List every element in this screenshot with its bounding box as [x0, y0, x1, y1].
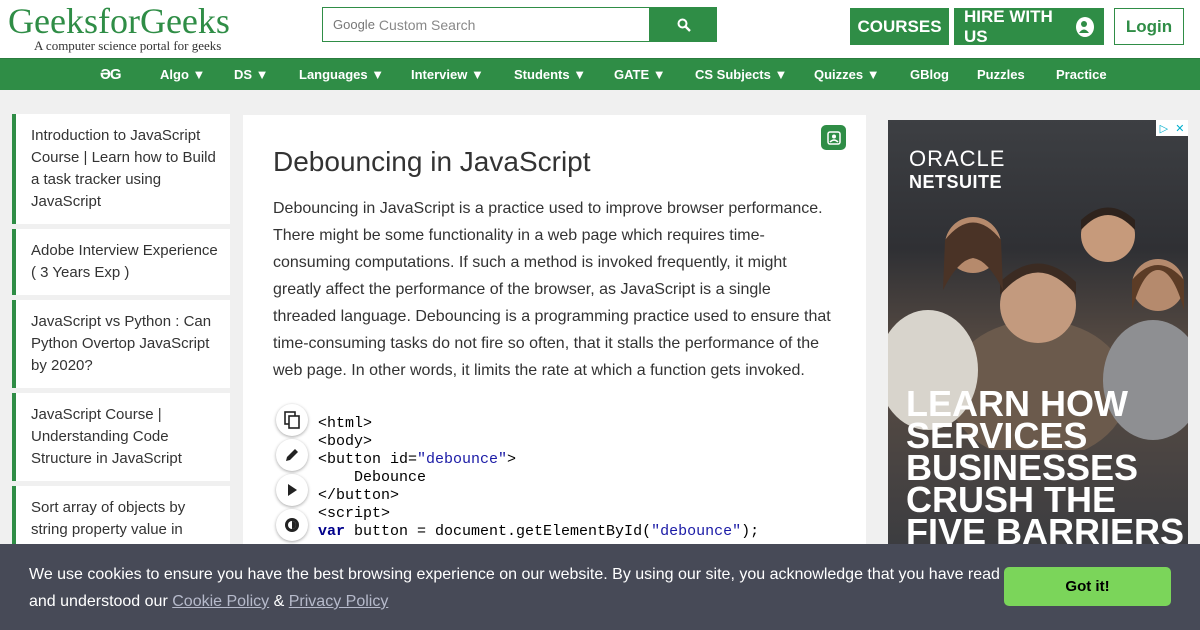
nav-item-ds[interactable]: DS ▼ — [234, 67, 269, 82]
login-button[interactable]: Login — [1114, 8, 1184, 45]
search-icon — [677, 18, 691, 32]
code-line: <body> — [318, 433, 373, 450]
nav-item-languages[interactable]: Languages ▼ — [299, 67, 384, 82]
hire-label: HIRE WITH US — [964, 6, 1053, 46]
code-token: > — [507, 451, 517, 468]
nav-item-gate[interactable]: GATE ▼ — [614, 67, 666, 82]
nav-item-practice[interactable]: Practice — [1056, 67, 1107, 82]
ad-brand: ORACLE — [909, 146, 1006, 171]
edit-code-button[interactable] — [276, 439, 308, 471]
ad-headline: LEARN HOW SERVICES BUSINESSES CRUSH THE … — [906, 383, 1185, 550]
nav-item-students[interactable]: Students ▼ — [514, 67, 586, 82]
sidebar-item[interactable]: JavaScript vs Python : Can Python Overto… — [12, 300, 230, 388]
search-brand: Google — [333, 17, 375, 32]
code-block: <html> <body> <button id="debounce"> Debou… — [318, 415, 759, 541]
privacy-policy-link[interactable]: Privacy Policy — [289, 593, 389, 610]
nav-item-puzzles[interactable]: Puzzles — [977, 67, 1025, 82]
play-icon — [288, 484, 297, 496]
main-nav: ƏG Algo ▼ DS ▼ Languages ▼ Interview ▼ S… — [0, 58, 1200, 90]
related-articles-sidebar: Introduction to JavaScript Course | Lear… — [12, 114, 230, 557]
adchoices-icon: ▷ — [1159, 122, 1169, 135]
article-card: Debouncing in JavaScript Debouncing in J… — [243, 115, 866, 555]
search-placeholder: Custom Search — [378, 16, 476, 33]
sidebar-item[interactable]: Sort array of objects by string property… — [12, 486, 230, 552]
code-line: <button id="debounce"> — [318, 451, 759, 469]
sidebar-item[interactable]: Introduction to JavaScript Course | Lear… — [12, 114, 230, 224]
nav-item-cs-subjects[interactable]: CS Subjects ▼ — [695, 67, 787, 82]
article-body: Debouncing in JavaScript is a practice u… — [273, 200, 831, 379]
accept-cookies-button[interactable]: Got it! — [1004, 567, 1171, 606]
sidebar-item[interactable]: Adobe Interview Experience ( 3 Years Exp… — [12, 229, 230, 295]
code-toolbar — [276, 404, 308, 544]
ad-choices-badge[interactable]: ▷ ✕ — [1156, 120, 1188, 136]
copy-icon — [284, 411, 300, 429]
code-line: Debounce — [318, 469, 427, 486]
article-title: Debouncing in JavaScript — [273, 146, 591, 177]
author-icon[interactable] — [821, 125, 846, 150]
hire-with-us-button[interactable]: HIRE WITH US — [954, 6, 1104, 46]
copy-code-button[interactable] — [276, 404, 308, 436]
user-search-icon — [1075, 16, 1094, 37]
search-input[interactable]: Google Custom Search — [322, 7, 650, 42]
nav-item-interview[interactable]: Interview ▼ — [411, 67, 484, 82]
logo-title[interactable]: GeeksforGeeks — [8, 2, 230, 40]
code-token: <button id= — [318, 451, 418, 468]
sidebar-item[interactable]: JavaScript Course | Understanding Code S… — [12, 393, 230, 481]
cookie-message: We use cookies to ensure you have the be… — [29, 561, 1009, 615]
code-line: var button = document.getElementById("de… — [318, 523, 759, 541]
advertisement[interactable]: ▷ ✕ ORACLE NETSUITE LEARN HOW SERVICES B… — [888, 120, 1188, 550]
code-string: "debounce" — [651, 523, 742, 540]
nav-home-logo[interactable]: ƏG — [100, 66, 122, 83]
code-line: </button> — [318, 487, 400, 504]
search-bar: Google Custom Search — [322, 7, 717, 42]
search-button[interactable] — [650, 7, 717, 42]
ad-product: NETSUITE — [909, 172, 1003, 192]
cookie-policy-link[interactable]: Cookie Policy — [172, 593, 269, 610]
logo-tagline: A computer science portal for geeks — [34, 38, 222, 53]
nav-item-quizzes[interactable]: Quizzes ▼ — [814, 67, 880, 82]
site-logo[interactable]: GeeksforGeeks A computer science portal … — [8, 2, 230, 54]
cookie-consent-bar: We use cookies to ensure you have the be… — [0, 544, 1200, 630]
code-line: <html> — [318, 415, 373, 432]
code-token: button = document.getElementById( — [345, 523, 652, 540]
nav-item-algo[interactable]: Algo ▼ — [160, 67, 205, 82]
pencil-icon — [286, 449, 298, 461]
close-icon[interactable]: ✕ — [1175, 122, 1184, 135]
cookie-ampersand: & — [273, 593, 285, 610]
code-line: <script> — [318, 505, 391, 522]
courses-button[interactable]: COURSES — [850, 8, 949, 45]
theme-toggle-button[interactable] — [276, 509, 308, 541]
code-string: "debounce" — [417, 451, 508, 468]
run-code-button[interactable] — [276, 474, 308, 506]
nav-item-gblog[interactable]: GBlog — [910, 67, 949, 82]
brightness-icon — [285, 518, 299, 532]
site-header: GeeksforGeeks A computer science portal … — [0, 0, 1200, 58]
code-token: ); — [741, 523, 760, 540]
code-keyword: var — [318, 523, 346, 540]
